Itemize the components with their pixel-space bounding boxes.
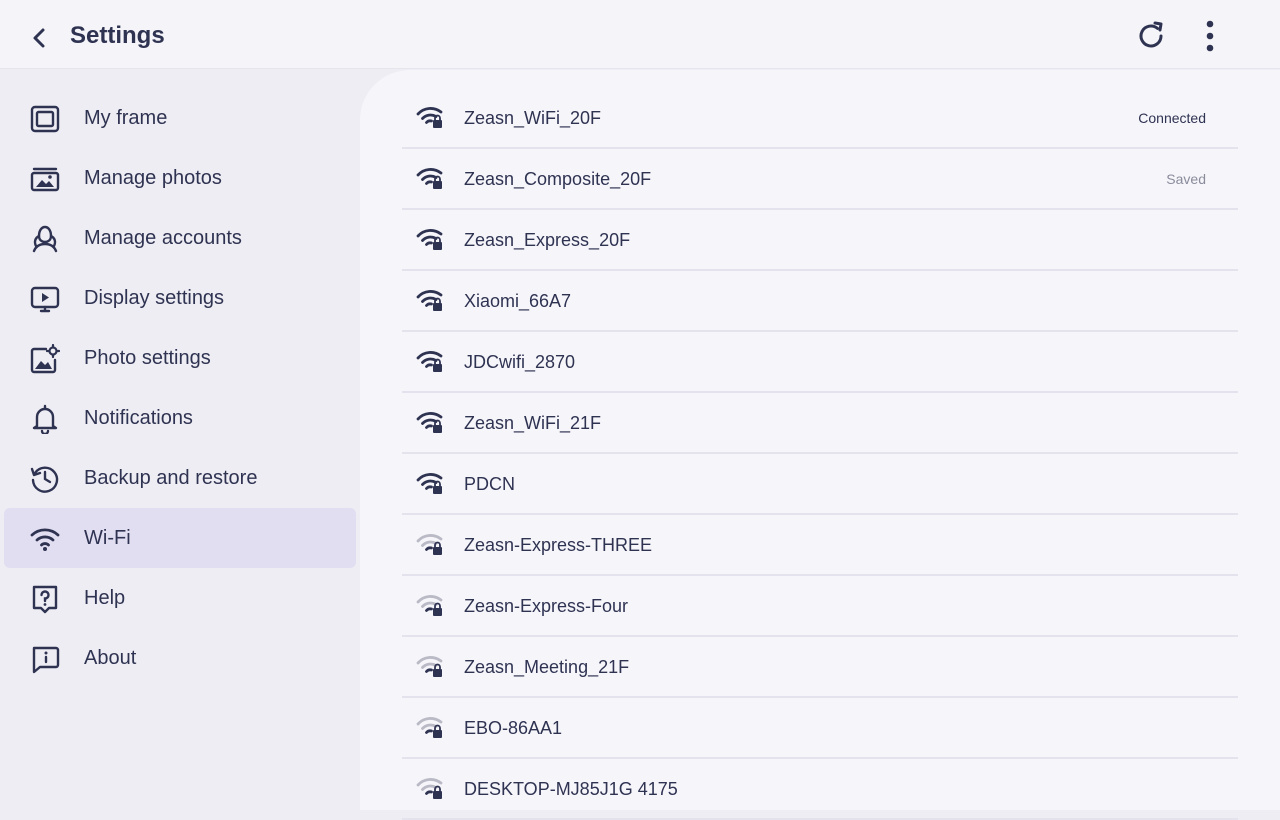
settings-sidebar: My frame Manage photos Manage accounts D…: [0, 88, 360, 688]
wifi-network-row[interactable]: DESKTOP-MJ85J1G 4175: [402, 759, 1238, 820]
wifi-network-row[interactable]: Zeasn-Express-Four: [402, 576, 1238, 637]
chevron-left-icon: [33, 28, 45, 48]
sidebar-item-about[interactable]: About: [4, 628, 356, 688]
wifi-network-name: DESKTOP-MJ85J1G 4175: [464, 779, 678, 799]
more-options-button[interactable]: [1190, 15, 1230, 57]
wifi-network-row[interactable]: Zeasn-Express-THREE: [402, 515, 1238, 576]
wifi-network-name: PDCN: [464, 474, 516, 494]
wifi-network-list: Zeasn_WiFi_20F Connected Zeasn_Composite…: [402, 88, 1238, 820]
sidebar-item-label: Manage accounts: [84, 227, 242, 249]
wifi-network-name: EBO-86AA1: [464, 718, 563, 738]
wifi-network-name: Zeasn-Express-Four: [464, 596, 629, 616]
sidebar-item-notifications[interactable]: Notifications: [4, 388, 356, 448]
wifi-status-saved: Saved: [1166, 171, 1206, 187]
wifi-signal-locked-icon: [416, 168, 443, 189]
wifi-signal-weak-locked-icon: [416, 534, 443, 555]
refresh-button[interactable]: [1130, 15, 1172, 57]
wifi-signal-weak-locked-icon: [416, 778, 443, 799]
sidebar-item-wifi[interactable]: Wi-Fi: [4, 508, 356, 568]
sidebar-item-label: About: [84, 647, 137, 669]
wifi-signal-locked-icon: [416, 473, 443, 494]
wifi-icon: [30, 524, 60, 554]
accounts-icon: [30, 224, 60, 254]
wifi-network-row[interactable]: EBO-86AA1: [402, 698, 1238, 759]
wifi-network-row[interactable]: Xiaomi_66A7: [402, 271, 1238, 332]
sidebar-item-display-settings[interactable]: Display settings: [4, 268, 356, 328]
wifi-network-row[interactable]: Zeasn_WiFi_20F Connected: [402, 88, 1238, 149]
photo-settings-icon: [30, 344, 60, 374]
photos-icon: [30, 164, 60, 194]
page-title: Settings: [70, 22, 165, 49]
sidebar-item-manage-accounts[interactable]: Manage accounts: [4, 208, 356, 268]
wifi-network-name: Zeasn_Meeting_21F: [464, 657, 630, 677]
wifi-signal-locked-icon: [416, 351, 443, 372]
more-vert-icon: [1206, 20, 1214, 52]
wifi-network-name: Zeasn_WiFi_20F: [464, 108, 602, 128]
top-app-bar: Settings: [0, 0, 1280, 69]
sidebar-item-my-frame[interactable]: My frame: [4, 88, 356, 148]
frame-icon: [30, 104, 60, 134]
sidebar-item-label: Notifications: [84, 407, 193, 429]
sidebar-item-help[interactable]: Help: [4, 568, 356, 628]
sidebar-item-label: Wi-Fi: [84, 527, 131, 549]
wifi-network-row[interactable]: Zeasn_Composite_20F Saved: [402, 149, 1238, 210]
wifi-signal-locked-icon: [416, 290, 443, 311]
about-icon: [30, 644, 60, 674]
sidebar-item-label: Display settings: [84, 287, 225, 309]
wifi-network-name: Zeasn-Express-THREE: [464, 535, 653, 555]
sidebar-item-label: Help: [84, 587, 126, 609]
display-icon: [30, 284, 60, 314]
wifi-network-name: Zeasn_Express_20F: [464, 230, 631, 250]
wifi-network-row[interactable]: Zeasn_Meeting_21F: [402, 637, 1238, 698]
sidebar-item-photo-settings[interactable]: Photo settings: [4, 328, 356, 388]
wifi-signal-locked-icon: [416, 412, 443, 433]
wifi-network-row[interactable]: JDCwifi_2870: [402, 332, 1238, 393]
wifi-signal-locked-icon: [416, 107, 443, 128]
wifi-status-connected: Connected: [1138, 110, 1206, 126]
refresh-icon: [1139, 21, 1163, 48]
wifi-network-name: Zeasn_Composite_20F: [464, 169, 652, 189]
wifi-panel: Zeasn_WiFi_20F Connected Zeasn_Composite…: [360, 70, 1280, 820]
wifi-network-row[interactable]: PDCN: [402, 454, 1238, 515]
wifi-network-row[interactable]: Zeasn_Express_20F: [402, 210, 1238, 271]
sidebar-item-label: My frame: [84, 107, 168, 129]
wifi-network-name: Zeasn_WiFi_21F: [464, 413, 602, 433]
wifi-signal-locked-icon: [416, 229, 443, 250]
bell-icon: [30, 404, 60, 434]
wifi-signal-weak-locked-icon: [416, 717, 443, 738]
sidebar-item-label: Manage photos: [84, 167, 222, 189]
wifi-network-row[interactable]: Zeasn_WiFi_21F: [402, 393, 1238, 454]
sidebar-item-label: Backup and restore: [84, 467, 258, 489]
backup-icon: [30, 464, 60, 494]
sidebar-item-manage-photos[interactable]: Manage photos: [4, 148, 356, 208]
wifi-signal-weak-locked-icon: [416, 656, 443, 677]
wifi-network-name: JDCwifi_2870: [464, 352, 576, 372]
wifi-network-name: Xiaomi_66A7: [464, 291, 572, 311]
help-icon: [30, 584, 60, 614]
wifi-signal-weak-locked-icon: [416, 595, 443, 616]
sidebar-item-label: Photo settings: [84, 347, 211, 369]
sidebar-item-backup-restore[interactable]: Backup and restore: [4, 448, 356, 508]
back-button[interactable]: [22, 20, 58, 56]
